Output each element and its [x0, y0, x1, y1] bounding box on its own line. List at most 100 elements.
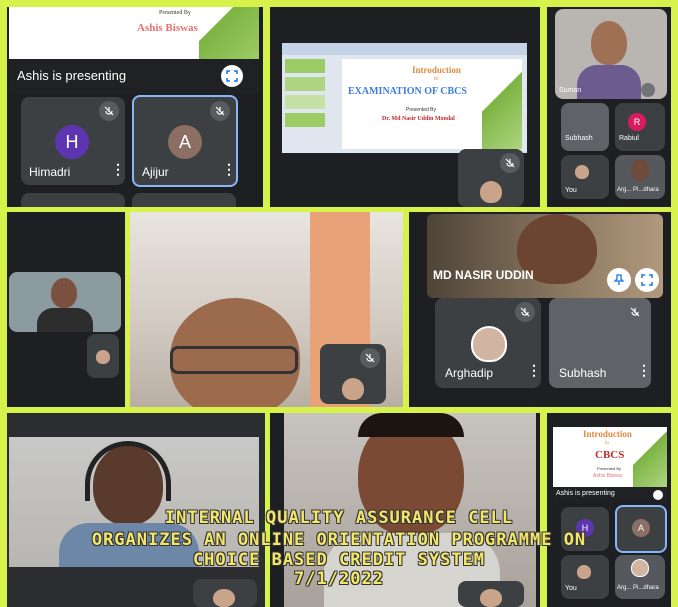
headphones-icon — [85, 441, 171, 501]
participant-name: Suman — [559, 87, 582, 94]
participant-tile[interactable]: Arg... Pi...dhara — [615, 155, 665, 199]
shared-slide: Introduction to CBCS Presented By Ashis … — [553, 427, 667, 487]
participant-tile[interactable] — [21, 193, 125, 207]
participant-body — [37, 308, 93, 332]
participant-tile[interactable] — [132, 193, 236, 207]
fullscreen-icon — [226, 70, 238, 82]
meet-cell-grid-4 — [7, 212, 125, 407]
participant-photo — [96, 350, 110, 364]
participant-tile[interactable]: Subhash ⋮ — [549, 298, 651, 388]
participant-tile[interactable] — [9, 272, 121, 332]
participant-name: Ajijur — [142, 165, 169, 179]
participant-name: Subhash — [559, 366, 607, 380]
slide-green-decor — [482, 59, 522, 149]
slide-presented-by: Presented By — [159, 10, 191, 16]
caption-line-3: CHOICE BASED CREDIT SYSTEM — [192, 550, 486, 570]
slide-green-decor — [199, 7, 259, 59]
presenting-label: Ashis is presenting — [17, 68, 127, 83]
participant-name: Subhash — [565, 135, 593, 142]
participant-tile[interactable]: H Himadri ⋮ — [21, 97, 125, 185]
caption-line-2: ORGANIZES AN ONLINE ORIENTATION PROGRAMM… — [91, 530, 587, 550]
pinned-speaker-tile[interactable]: MD NASIR UDDIN — [427, 214, 663, 298]
pin-button[interactable] — [607, 268, 631, 292]
self-view-tile[interactable] — [87, 334, 119, 378]
slide-thumbnail[interactable] — [285, 113, 325, 127]
presenting-label: Ashis is presenting — [556, 490, 615, 497]
mic-off-icon — [515, 302, 535, 322]
more-options-icon[interactable]: ⋮ — [527, 362, 541, 379]
more-options-icon[interactable]: ⋮ — [111, 161, 125, 178]
participant-name: Rabiul — [619, 135, 639, 142]
participant-tile[interactable]: Subhash — [561, 103, 609, 151]
slide-thumbnail[interactable] — [285, 59, 325, 73]
participant-name: Arg... Pi...dhara — [617, 187, 659, 193]
avatar: A — [168, 125, 202, 159]
participant-body — [577, 65, 641, 99]
participant-name: Himadri — [29, 165, 71, 179]
slide-presenter: Dr. Md Nasir Uddin Mondal — [382, 116, 455, 122]
hair — [358, 413, 464, 437]
meet-cell-grid-3: Suman Subhash R Rabiul You Arg... Pi...d… — [547, 7, 671, 207]
avatar: R — [628, 113, 646, 131]
presenting-bar: Ashis is presenting — [9, 59, 259, 93]
slide-thumbnail[interactable] — [285, 95, 325, 109]
slide-name: Ashis Biswas — [137, 22, 198, 34]
slide-to: to — [605, 441, 609, 446]
more-options-icon[interactable]: ⋮ — [637, 362, 651, 379]
slide-name: Ashis Biswas — [593, 473, 623, 479]
caption-line-1: INTERNAL QUALITY ASSURANCE CELL — [164, 508, 514, 528]
participant-photo — [575, 165, 589, 179]
fullscreen-icon — [641, 274, 653, 286]
mic-off-icon — [500, 153, 520, 173]
slide-intro: Introduction — [412, 65, 461, 75]
participant-tile[interactable]: Suman — [555, 9, 667, 99]
fullscreen-button[interactable] — [221, 65, 243, 87]
presenting-bar: Ashis is presenting — [553, 487, 667, 503]
slide-presented-by: Presented By — [406, 107, 437, 113]
meet-cell-speaker-5 — [130, 212, 403, 407]
slide-thumbnail[interactable] — [285, 77, 325, 91]
slide-to: to — [434, 76, 439, 82]
participant-photo — [480, 589, 502, 607]
participant-tile[interactable]: You — [561, 155, 609, 199]
self-view-tile[interactable] — [320, 344, 386, 404]
mic-off-icon — [625, 302, 645, 322]
mic-off-icon — [99, 101, 119, 121]
speaker-name: MD NASIR UDDIN — [433, 268, 534, 282]
mic-icon — [641, 83, 655, 97]
participant-name: Arghadip — [445, 366, 494, 380]
participant-photo — [51, 278, 77, 308]
participant-tile[interactable]: R Rabiul — [615, 103, 665, 151]
ppt-thumbnails — [285, 59, 325, 149]
caption-date: 7/1/2022 — [294, 569, 384, 589]
fullscreen-button[interactable] — [635, 268, 659, 292]
shared-slide: Introduction to EXAMINATION OF CBCS Pres… — [342, 59, 522, 149]
slide-title: EXAMINATION OF CBCS — [348, 86, 467, 97]
avatar: H — [55, 125, 89, 159]
participant-photo — [591, 21, 627, 65]
fullscreen-button[interactable] — [653, 490, 663, 500]
meet-cell-presentation-2: Introduction to EXAMINATION OF CBCS Pres… — [270, 7, 540, 207]
participant-tile[interactable]: Arghadip ⋮ — [435, 298, 541, 388]
pin-icon — [613, 274, 625, 285]
meet-cell-grid-6: MD NASIR UDDIN Arghadip ⋮ Subhash ⋮ — [409, 212, 671, 407]
mic-off-icon — [210, 101, 230, 121]
meet-cell-presentation-1: Presented By Ashis Biswas Ashis is prese… — [7, 7, 263, 207]
participant-photo — [471, 326, 507, 362]
participant-photo — [213, 589, 235, 607]
self-view-tile[interactable] — [458, 149, 524, 207]
slide-title: CBCS — [595, 449, 625, 461]
glasses-icon — [170, 346, 298, 374]
participant-tile[interactable]: A Ajijur ⋮ — [132, 95, 238, 187]
slide-intro: Introduction — [583, 429, 632, 439]
participant-photo — [631, 159, 649, 181]
participant-photo — [480, 181, 502, 203]
mic-off-icon — [360, 348, 380, 368]
slide-presented-by: Presented By — [597, 466, 622, 471]
powerpoint-window: Introduction to EXAMINATION OF CBCS Pres… — [282, 43, 527, 153]
participant-name: You — [565, 187, 577, 194]
participant-photo — [342, 378, 364, 400]
collage-frame: Presented By Ashis Biswas Ashis is prese… — [0, 0, 678, 607]
slide-green-decor — [633, 427, 667, 487]
more-options-icon[interactable]: ⋮ — [222, 161, 236, 178]
